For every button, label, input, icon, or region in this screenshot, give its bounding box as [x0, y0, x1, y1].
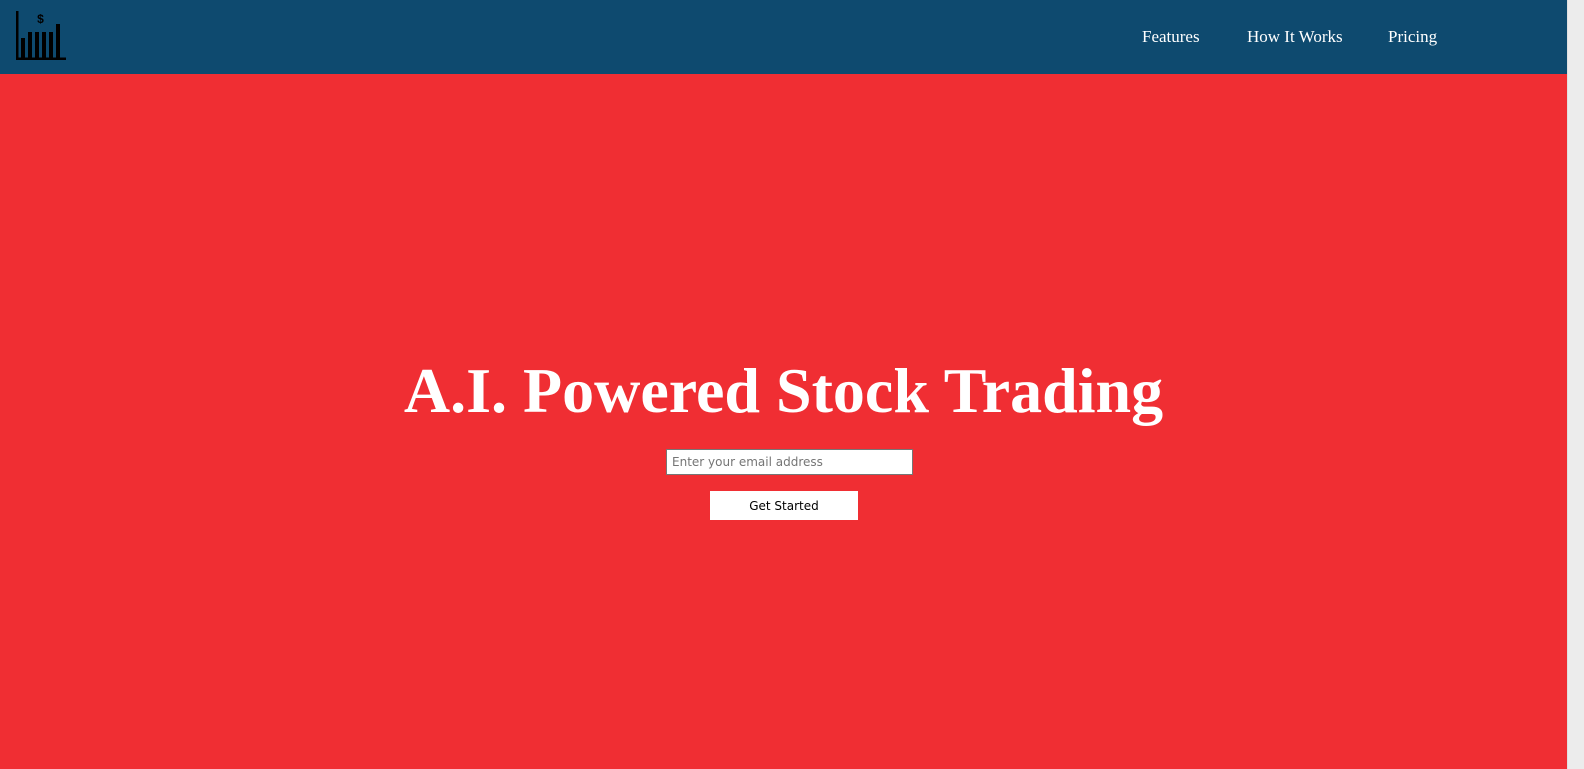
top-navigation-bar: $ Features How It Works Pricing: [0, 0, 1567, 74]
vertical-scrollbar[interactable]: [1567, 0, 1584, 769]
get-started-button[interactable]: Get Started: [710, 491, 858, 520]
landing-page: $ Features How It Works Pricing A.I. Pow…: [0, 0, 1584, 769]
nav-link-pricing[interactable]: Pricing: [1388, 27, 1437, 47]
hero-section: A.I. Powered Stock Trading Get Started: [0, 74, 1567, 769]
hero-title: A.I. Powered Stock Trading: [403, 355, 1164, 426]
nav-link-how-it-works[interactable]: How It Works: [1247, 27, 1343, 47]
bar-chart-dollar-icon[interactable]: $: [13, 8, 69, 64]
logo-dollar-symbol: $: [37, 12, 44, 26]
nav-link-features[interactable]: Features: [1142, 27, 1200, 47]
email-input[interactable]: [666, 449, 913, 475]
